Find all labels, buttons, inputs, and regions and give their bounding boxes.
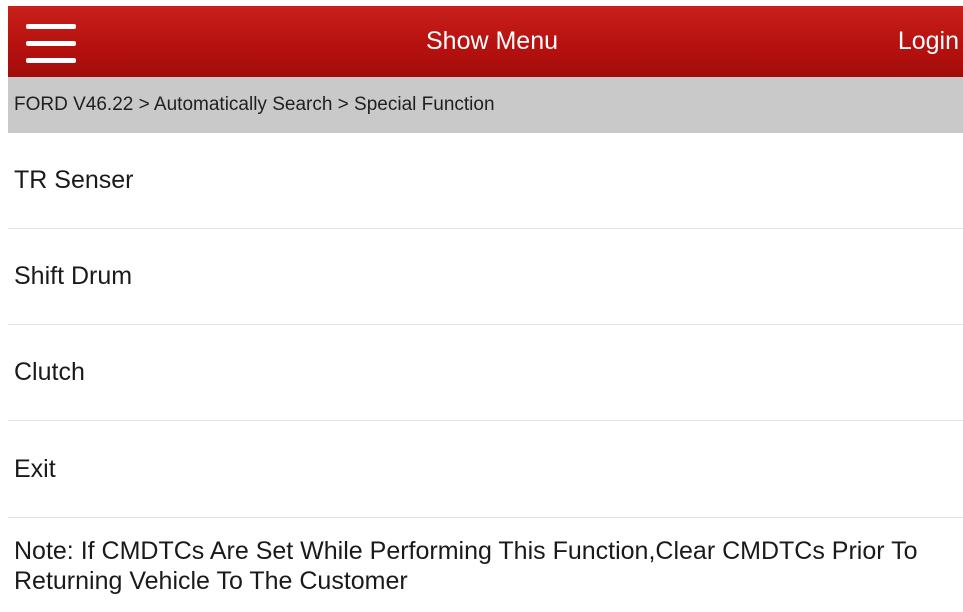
list-item-shift-drum[interactable]: Shift Drum: [8, 229, 963, 325]
top-bar: Show Menu Login: [8, 6, 963, 77]
app-screen: Show Menu Login FORD V46.22 > Automatica…: [0, 0, 963, 612]
menu-bar-line: [26, 24, 76, 29]
login-button[interactable]: Login: [898, 6, 963, 77]
list-item-label: Clutch: [14, 358, 85, 386]
show-menu-button[interactable]: Show Menu: [308, 6, 676, 77]
list-item-clutch[interactable]: Clutch: [8, 325, 963, 421]
menu-bar-line: [26, 58, 76, 63]
hamburger-menu-icon[interactable]: [26, 24, 76, 64]
list-item-tr-senser[interactable]: TR Senser: [8, 133, 963, 229]
special-function-list: TR Senser Shift Drum Clutch Exit: [8, 133, 963, 518]
list-item-exit[interactable]: Exit: [8, 421, 963, 518]
note-text: Note: If CMDTCs Are Set While Performing…: [14, 537, 918, 595]
list-item-label: TR Senser: [14, 166, 134, 194]
breadcrumb: FORD V46.22 > Automatically Search > Spe…: [8, 77, 963, 133]
list-item-label: Exit: [14, 454, 56, 483]
menu-bar-line: [26, 41, 76, 46]
list-item-label: Shift Drum: [14, 262, 133, 290]
